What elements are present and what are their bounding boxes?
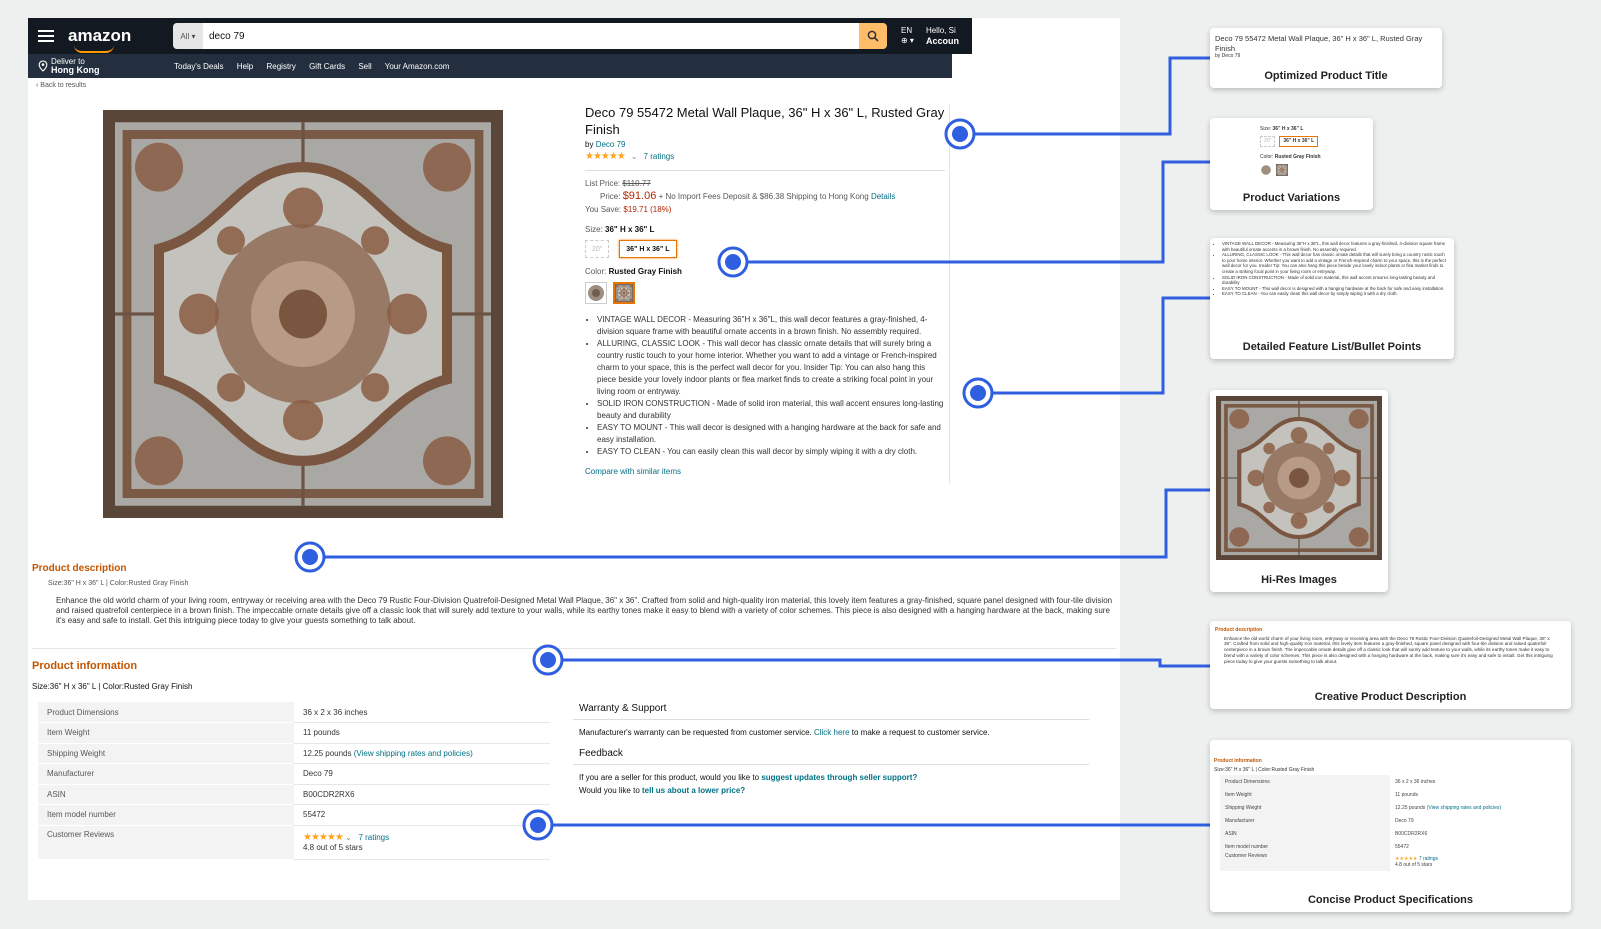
description-variation: Size:36" H x 36" L | Color:Rusted Gray F… (48, 580, 189, 587)
color-swatches (585, 282, 945, 304)
divider (32, 648, 1116, 649)
location-pin-icon (38, 60, 48, 72)
card-caption: Detailed Feature List/Bullet Points (1242, 341, 1422, 353)
warranty-heading: Warranty & Support (573, 701, 1089, 720)
amazon-product-page: amazon All ▾ deco 79 EN ⊕ ▾ Hello, Si Acco… (28, 18, 1120, 900)
price-row: Price: $91.06 + No Import Fees Deposit &… (600, 190, 896, 202)
table-row: Shipping Weight 12.25 pounds (View shippi… (38, 743, 550, 764)
divider (585, 170, 945, 171)
shipping-details-link[interactable]: Details (871, 192, 895, 201)
byline: by Deco 79 (585, 140, 626, 149)
table-row: Customer Reviews ★★★★★ ⌄ 7 ratings 4.8 out… (38, 825, 550, 860)
feedback-heading: Feedback (573, 746, 1089, 765)
search-icon (867, 30, 879, 42)
card-feature-list: VINTAGE WALL DECOR - Measuring 36"H x 36… (1210, 238, 1454, 359)
nav-link[interactable]: Gift Cards (309, 62, 345, 71)
nav-link[interactable]: Your Amazon.com (385, 62, 450, 71)
color-swatch-square (1276, 164, 1288, 176)
top-nav: amazon All ▾ deco 79 EN ⊕ ▾ Hello, Si Acco… (28, 18, 972, 54)
price-value: $91.06 (622, 190, 657, 202)
card-caption: Concise Product Specifications (1307, 894, 1474, 906)
size-option-20[interactable]: 20" (585, 240, 610, 258)
table-row: Item Weight 11 pounds (38, 722, 550, 744)
table-row: Manufacturer Deco 79 (38, 763, 550, 785)
star-rating-icon[interactable]: ★★★★★ (303, 832, 344, 843)
table-row: ASIN B00CDR2RX6 (38, 784, 550, 805)
card-product-variations: Size: 36" H x 36" L 20" 36" H x 36" L Co… (1210, 118, 1373, 210)
product-info-heading: Product information (32, 660, 138, 672)
size-option-36[interactable]: 36" H x 36" L (619, 240, 677, 258)
language-selector[interactable]: EN ⊕ ▾ (901, 26, 914, 46)
card-caption: Optimized Product Title (1264, 70, 1388, 82)
amazon-logo[interactable]: amazon (68, 26, 138, 53)
size-label: Size: 36" H x 36" L (585, 225, 655, 234)
search-button[interactable] (859, 23, 887, 49)
card-product-description: Product description Enhance the old worl… (1210, 621, 1571, 709)
back-to-results-link[interactable]: ‹ Back to results (36, 82, 86, 89)
account-menu[interactable]: Hello, Si Accoun (926, 26, 959, 47)
product-main-image[interactable] (103, 110, 503, 518)
size-options: 20" 36" H x 36" L (585, 240, 945, 258)
menu-icon[interactable] (36, 26, 56, 46)
spec-table: Product Dimensions 36 x 2 x 36 inches Ite… (38, 702, 550, 860)
search-category-select[interactable]: All ▾ (173, 23, 203, 49)
card-caption: Creative Product Description (1314, 691, 1467, 703)
search-bar: All ▾ deco 79 (173, 23, 887, 49)
nav-link[interactable]: Sell (358, 62, 371, 71)
brand-link[interactable]: Deco 79 (596, 140, 626, 149)
table-row: Product Dimensions 36 x 2 x 36 inches (38, 702, 550, 723)
column-divider (949, 104, 950, 484)
warranty-text: Manufacturer's warranty can be requested… (579, 728, 990, 737)
description-heading: Product description (32, 563, 127, 574)
seller-support-link[interactable]: suggest updates through seller support? (761, 773, 917, 782)
nav-link[interactable]: Help (237, 62, 253, 71)
ratings-link[interactable]: 7 ratings (358, 833, 389, 842)
color-swatch-round[interactable] (585, 282, 607, 304)
nav-link[interactable]: Registry (266, 62, 295, 71)
lower-price-link[interactable]: tell us about a lower price? (642, 786, 745, 795)
card-hires-images: Hi-Res Images (1210, 390, 1388, 592)
nav-links: Today's Deals Help Registry Gift Cards S… (174, 62, 460, 71)
warranty-section: Warranty & Support Manufacturer's warran… (573, 701, 1089, 739)
card-specifications: Product information Size:36" H x 36" L |… (1210, 740, 1571, 912)
rating-summary: ★★★★★ ⌄ 7 ratings (585, 151, 945, 162)
shipping-rates-link[interactable]: (View shipping rates and policies) (354, 749, 473, 758)
card-caption: Hi-Res Images (1261, 574, 1337, 586)
feature-bullet: EASY TO CLEAN - You can easily clean thi… (597, 446, 945, 458)
card-caption: Product Variations (1242, 192, 1341, 204)
sub-nav: Deliver to Hong Kong Today's Deals Help R… (28, 54, 952, 78)
ratings-link[interactable]: 7 ratings (644, 152, 675, 161)
product-info-variation: Size:36" H x 36" L | Color:Rusted Gray F… (32, 682, 193, 691)
feature-bullets: VINTAGE WALL DECOR - Measuring 36"H x 36… (585, 314, 945, 458)
list-price: List Price: $110.77 (585, 179, 651, 188)
product-title: Deco 79 55472 Metal Wall Plaque, 36" H x… (585, 105, 945, 137)
color-swatch-square[interactable] (613, 282, 635, 304)
chevron-down-icon[interactable]: ⌄ (631, 152, 638, 161)
compare-similar-link[interactable]: Compare with similar items (585, 467, 945, 476)
search-input[interactable]: deco 79 (203, 23, 859, 49)
color-label: Color: Rusted Gray Finish (585, 267, 682, 276)
globe-icon: ⊕ ▾ (901, 36, 914, 45)
feature-bullet: EASY TO MOUNT - This wall decor is desig… (597, 422, 945, 446)
nav-link[interactable]: Today's Deals (174, 62, 224, 71)
product-details: Deco 79 55472 Metal Wall Plaque, 36" H x… (585, 104, 945, 476)
feedback-text: If you are a seller for this product, wo… (579, 773, 918, 795)
card-optimized-title: Deco 79 55472 Metal Wall Plaque, 36" H x… (1210, 28, 1442, 88)
click-here-link[interactable]: Click here (814, 728, 850, 737)
table-row: Item model number 55472 (38, 804, 550, 826)
feedback-section: Feedback If you are a seller for this pr… (573, 746, 1089, 797)
feature-bullet: VINTAGE WALL DECOR - Measuring 36"H x 36… (597, 314, 945, 338)
savings: You Save: $19.71 (18%) (585, 205, 672, 214)
feature-bullet: SOLID IRON CONSTRUCTION - Made of solid … (597, 398, 945, 422)
feature-bullet: ALLURING, CLASSIC LOOK - This wall decor… (597, 338, 945, 398)
hires-product-image (1216, 396, 1382, 560)
star-rating-icon[interactable]: ★★★★★ (585, 151, 626, 162)
color-swatch-round (1261, 165, 1271, 175)
deliver-to[interactable]: Deliver to Hong Kong (38, 57, 164, 75)
description-body: Enhance the old world charm of your livi… (56, 596, 1113, 625)
